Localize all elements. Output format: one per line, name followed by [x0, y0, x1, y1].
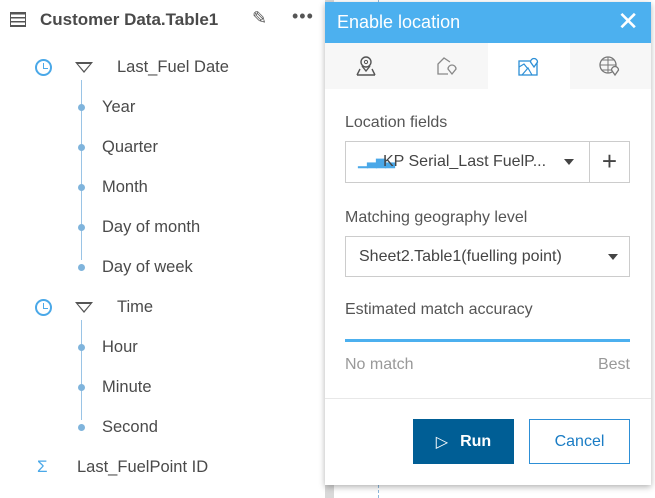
subfield-minute[interactable]: Minute	[102, 378, 152, 397]
location-field-value: KP Serial_Last FuelP...	[383, 153, 547, 170]
tab-address[interactable]	[325, 43, 407, 89]
run-button[interactable]: ▷ Run	[413, 419, 514, 464]
collapse-icon[interactable]	[75, 302, 93, 313]
subfield-year[interactable]: Year	[102, 98, 135, 117]
coordinates-icon	[599, 56, 620, 77]
subfield-day-of-month[interactable]: Day of month	[102, 218, 200, 237]
dataset-title: Customer Data.Table1	[40, 10, 219, 29]
chevron-down-icon	[564, 159, 574, 165]
edit-icon[interactable]: ✎	[252, 8, 267, 29]
location-field-select[interactable]: ▁▃▅▃ KP Serial_Last FuelP...	[345, 141, 590, 183]
accuracy-max-label: Best	[597, 356, 630, 373]
tab-boundary[interactable]	[407, 43, 489, 89]
address-icon	[356, 56, 376, 76]
more-options-icon[interactable]: •••	[292, 6, 314, 27]
date-field-icon	[35, 59, 52, 76]
tab-coordinates[interactable]	[570, 43, 652, 89]
add-field-button[interactable]: +	[589, 141, 630, 183]
dialog-title: Enable location	[337, 12, 461, 32]
tab-geography[interactable]	[488, 43, 570, 89]
subfield-hour[interactable]: Hour	[102, 338, 138, 357]
field-time[interactable]: Time	[117, 298, 153, 317]
divider	[325, 398, 651, 399]
cancel-button[interactable]: Cancel	[529, 419, 630, 464]
enable-location-dialog: Enable location ✕ Location fields ▁▃▅▃ KP…	[325, 2, 651, 485]
close-icon[interactable]: ✕	[617, 8, 639, 34]
field-last-fuelpoint-id[interactable]: Last_FuelPoint ID	[77, 458, 208, 477]
accuracy-label: Estimated match accuracy	[345, 301, 533, 318]
geography-level-select[interactable]: Sheet2.Table1(fuelling point)	[345, 236, 630, 277]
geography-icon	[518, 57, 538, 76]
geography-level-value: Sheet2.Table1(fuelling point)	[359, 248, 562, 265]
time-field-icon	[35, 299, 52, 316]
accuracy-min-label: No match	[345, 356, 414, 373]
play-icon: ▷	[435, 433, 449, 451]
collapse-icon[interactable]	[75, 62, 93, 73]
location-type-tabs	[325, 43, 651, 89]
geography-level-label: Matching geography level	[345, 209, 528, 226]
field-last-fuel-date[interactable]: Last_Fuel Date	[117, 58, 229, 77]
chevron-down-icon	[608, 254, 618, 260]
subfield-month[interactable]: Month	[102, 178, 148, 197]
subfield-day-of-week[interactable]: Day of week	[102, 258, 193, 277]
data-panel: Customer Data.Table1 ✎ ••• Last_Fuel Dat…	[0, 0, 325, 498]
boundary-icon	[437, 57, 457, 76]
sigma-icon: Σ	[37, 457, 48, 476]
subfield-second[interactable]: Second	[102, 418, 158, 437]
table-icon	[10, 12, 26, 27]
subfield-quarter[interactable]: Quarter	[102, 138, 158, 157]
accuracy-bar	[345, 339, 630, 342]
location-fields-label: Location fields	[345, 114, 448, 131]
